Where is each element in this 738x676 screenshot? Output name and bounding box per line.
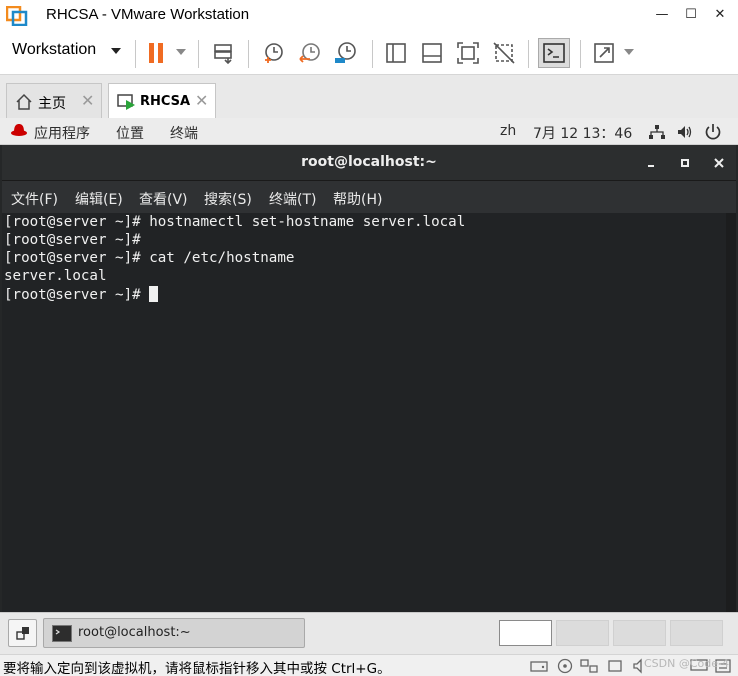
network-icon[interactable] (648, 124, 666, 140)
menu-view[interactable]: 查看(V) (139, 189, 188, 209)
watermark: CSDN @Code-4 (644, 657, 729, 670)
maximize-button[interactable]: ☐ (677, 4, 705, 26)
terminal-close-icon[interactable] (708, 152, 730, 174)
usb-device-icon[interactable] (606, 658, 624, 674)
toolbar-divider (248, 40, 249, 68)
pause-icon[interactable] (143, 39, 171, 67)
terminal-line: [root@server ~]# hostnamectl set-hostnam… (4, 214, 466, 230)
applications-menu[interactable]: 应用程序 (34, 123, 90, 143)
terminal-line: server.local (4, 268, 107, 284)
vmware-toolbar: Workstation (0, 32, 738, 74)
console-view-icon[interactable] (538, 38, 570, 68)
stretch-dropdown-icon[interactable] (624, 49, 634, 55)
full-screen-icon[interactable] (454, 39, 482, 67)
workstation-menu[interactable]: Workstation (12, 41, 96, 59)
terminal-line: [root@server ~]# (4, 232, 141, 248)
terminal-output[interactable]: [root@server ~]# hostnamectl set-hostnam… (2, 213, 736, 612)
terminal-app-menu[interactable]: 终端 (170, 123, 198, 143)
terminal-maximize-icon[interactable] (674, 152, 696, 174)
vmware-logo-icon (6, 6, 28, 26)
unity-mode-icon[interactable] (490, 39, 518, 67)
terminal-menubar: 文件(F) 编辑(E) 查看(V) 搜索(S) 终端(T) 帮助(H) (2, 181, 736, 213)
taskbar-item-label: root@localhost:~ (78, 625, 191, 640)
workspace-3[interactable] (613, 620, 666, 646)
terminal-titlebar[interactable]: root@localhost:~ (2, 145, 736, 181)
terminal-line: [root@server ~]# cat /etc/hostname (4, 250, 295, 266)
workspace-1[interactable] (499, 620, 552, 646)
power-icon[interactable] (704, 123, 722, 141)
network-adapter-icon[interactable] (580, 658, 598, 674)
show-thumbnail-icon[interactable] (418, 39, 446, 67)
input-method-indicator[interactable]: zh (500, 123, 516, 139)
snapshot-manager-icon[interactable] (332, 39, 360, 67)
terminal-app-icon (52, 625, 72, 642)
menu-edit[interactable]: 编辑(E) (75, 189, 123, 209)
snapshot-icon[interactable] (260, 39, 288, 67)
stretch-guest-icon[interactable] (590, 39, 618, 67)
power-dropdown-icon[interactable] (176, 49, 186, 55)
taskbar-item-terminal[interactable]: root@localhost:~ (43, 618, 305, 648)
revert-snapshot-icon[interactable] (296, 39, 324, 67)
window-titlebar: RHCSA - VMware Workstation — ☐ ✕ (0, 0, 738, 32)
show-library-icon[interactable] (382, 39, 410, 67)
workspace-2[interactable] (556, 620, 609, 646)
terminal-minimize-icon[interactable] (640, 152, 662, 174)
terminal-prompt: [root@server ~]# (4, 287, 150, 303)
menu-terminal[interactable]: 终端(T) (269, 189, 316, 209)
volume-icon[interactable] (676, 124, 694, 140)
terminal-cursor (149, 286, 159, 302)
redhat-icon (11, 124, 27, 136)
menu-help[interactable]: 帮助(H) (333, 189, 382, 209)
minimize-button[interactable]: — (648, 4, 676, 26)
guest-screen[interactable]: 应用程序 位置 终端 zh 7月 12 13：46 root@localhost… (0, 118, 738, 654)
tab-rhcsa-label: RHCSA (140, 94, 191, 109)
menu-file[interactable]: 文件(F) (11, 189, 58, 209)
toolbar-divider (372, 40, 373, 68)
window-title: RHCSA - VMware Workstation (46, 6, 250, 23)
toolbar-divider (528, 40, 529, 68)
status-message: 要将输入定向到该虚拟机，请将鼠标指针移入其中或按 Ctrl+G。 (3, 661, 391, 676)
terminal-window[interactable]: root@localhost:~ 文件(F) 编辑(E) 查看(V) 搜索(S)… (2, 145, 736, 612)
terminal-prompt-line[interactable]: [root@server ~]# (4, 286, 159, 303)
terminal-scrollbar[interactable] (726, 213, 736, 612)
hard-disk-icon[interactable] (530, 658, 548, 674)
gnome-taskbar: root@localhost:~ (0, 612, 738, 654)
send-ctrl-alt-del-icon[interactable] (210, 39, 238, 67)
tab-rhcsa[interactable]: RHCSA ✕ (108, 83, 216, 119)
vm-tab-bar: 主页 ✕ RHCSA ✕ (0, 74, 738, 119)
tab-home-close-button[interactable]: ✕ (81, 91, 94, 110)
tab-home[interactable]: 主页 ✕ (6, 83, 102, 119)
toolbar-divider (135, 40, 136, 68)
show-desktop-icon (16, 627, 29, 640)
toolbar-divider (198, 40, 199, 68)
home-icon (16, 93, 32, 110)
gnome-top-bar: 应用程序 位置 终端 zh 7月 12 13：46 (0, 118, 738, 145)
tab-home-label: 主页 (38, 96, 66, 112)
vm-running-icon (117, 94, 135, 110)
chevron-down-icon[interactable] (111, 48, 121, 54)
show-desktop-button[interactable] (8, 619, 37, 647)
close-button[interactable]: ✕ (706, 4, 734, 26)
terminal-title: root@localhost:~ (301, 154, 437, 170)
workspace-4[interactable] (670, 620, 723, 646)
menu-search[interactable]: 搜索(S) (204, 189, 252, 209)
places-menu[interactable]: 位置 (116, 123, 144, 143)
vmware-statusbar: 要将输入定向到该虚拟机，请将鼠标指针移入其中或按 Ctrl+G。 CSDN @C… (0, 654, 738, 676)
tab-rhcsa-close-button[interactable]: ✕ (195, 91, 208, 110)
toolbar-divider (580, 40, 581, 68)
cd-dvd-icon[interactable] (556, 658, 574, 674)
clock[interactable]: 7月 12 13：46 (533, 123, 632, 143)
